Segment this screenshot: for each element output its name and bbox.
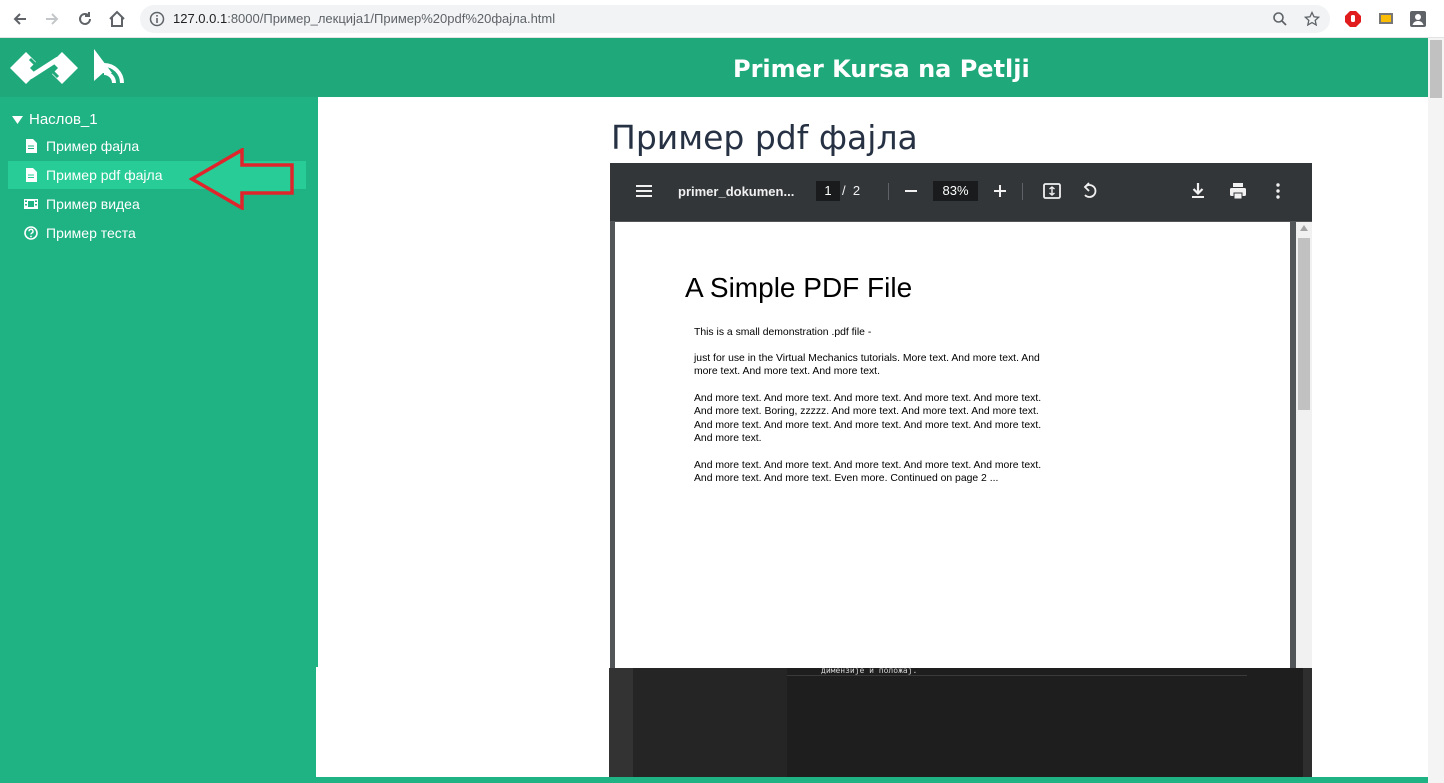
print-icon[interactable] (1228, 181, 1248, 201)
sidebar-lower-area (0, 667, 316, 783)
pdf-page: A Simple PDF File This is a small demons… (615, 222, 1290, 668)
page-scrollbar[interactable] (1428, 38, 1444, 783)
document-heading: A Simple PDF File (685, 272, 913, 303)
pdf-toolbar: primer_dokumen... 1 / 2 83% (610, 163, 1312, 221)
sidebar-item-label: Пример видеа (46, 196, 140, 212)
sidebar-item-label: Пример теста (46, 225, 136, 241)
zoom-level-input[interactable]: 83% (933, 181, 978, 201)
browser-toolbar: 127.0.0.1:8000/Пример_лекција1/Пример%20… (0, 0, 1444, 38)
document-paragraph: And more text. And more text. And more t… (694, 460, 1042, 485)
forward-button[interactable] (40, 7, 64, 31)
url-text[interactable]: 127.0.0.1:8000/Пример_лекција1/Пример%20… (173, 11, 555, 26)
toolbar-divider (1022, 183, 1023, 200)
url-path: :8000/Пример_лекција1/Пример%20pdf%20фај… (227, 11, 556, 26)
home-button[interactable] (105, 7, 129, 31)
page-separator: / (842, 183, 846, 198)
forward-arrow-icon (46, 13, 59, 25)
page-title: Пример pdf фајла (611, 118, 918, 157)
file-icon (26, 168, 37, 182)
page-scrollbar-thumb[interactable] (1430, 40, 1442, 98)
editor-scrollbar[interactable] (1303, 668, 1312, 783)
bookmark-star-icon[interactable] (1304, 11, 1320, 27)
scroll-up-arrow-icon[interactable] (1300, 225, 1308, 231)
editor-line (787, 675, 1247, 676)
pdf-file-name: primer_dokumen... (678, 184, 795, 199)
back-button[interactable] (8, 7, 32, 31)
annotation-arrow-icon (188, 148, 294, 210)
download-icon[interactable] (1188, 181, 1208, 201)
page-total: 2 (852, 183, 861, 198)
sidebar-section-toggle[interactable]: Наслов_1 (12, 111, 98, 128)
page-number-input[interactable]: 1 (816, 181, 840, 201)
editor-side-panel (633, 668, 787, 783)
more-options-icon[interactable] (1268, 181, 1288, 201)
zoom-out-icon[interactable] (901, 181, 921, 201)
sidebar-item-test-example[interactable]: Пример теста (8, 219, 306, 247)
adblock-extension-icon[interactable] (1344, 10, 1362, 28)
sidebar-item-label: Пример фајла (46, 138, 140, 154)
cast-extension-icon[interactable] (1377, 10, 1395, 28)
cursor-signal-logo-icon (94, 49, 124, 84)
toolbar-divider (888, 183, 889, 200)
info-icon[interactable] (149, 11, 165, 27)
reload-button[interactable] (73, 7, 97, 31)
site-header: Primer Kursa na Petlji (0, 38, 1428, 97)
zoom-magnifier-icon[interactable] (1272, 11, 1288, 27)
film-icon (24, 199, 38, 209)
sidebar-section-title: Наслов_1 (29, 111, 98, 128)
editor-panel: димензије и положај. (609, 666, 1312, 783)
menu-icon[interactable] (634, 181, 654, 201)
url-host: 127.0.0.1 (173, 11, 228, 26)
rotate-icon[interactable] (1079, 181, 1099, 201)
reload-icon (79, 12, 91, 25)
document-paragraph: This is a small demonstration .pdf file … (694, 327, 872, 338)
file-icon (26, 139, 37, 153)
caret-down-icon (12, 115, 23, 124)
back-arrow-icon (13, 13, 26, 25)
pdf-scrollbar-thumb[interactable] (1298, 238, 1310, 410)
sidebar-item-label: Пример pdf фајла (46, 167, 163, 183)
bottom-strip (316, 777, 1428, 783)
address-bar[interactable]: 127.0.0.1:8000/Пример_лекција1/Пример%20… (140, 5, 1330, 33)
fit-to-page-icon[interactable] (1042, 181, 1062, 201)
site-title: Primer Kursa na Petlji (733, 55, 1030, 83)
home-icon (109, 10, 125, 27)
document-paragraph: And more text. And more text. And more t… (694, 393, 1042, 444)
profile-icon[interactable] (1409, 10, 1427, 28)
zoom-in-icon[interactable] (990, 181, 1010, 201)
question-circle-icon (24, 226, 38, 240)
editor-text: димензије и положај. (821, 666, 918, 675)
editor-gutter (609, 668, 633, 783)
document-paragraph: just for use in the Virtual Mechanics tu… (694, 353, 1040, 378)
page-count: / 2 (842, 183, 860, 198)
petlja-logo-icon[interactable] (8, 49, 80, 87)
